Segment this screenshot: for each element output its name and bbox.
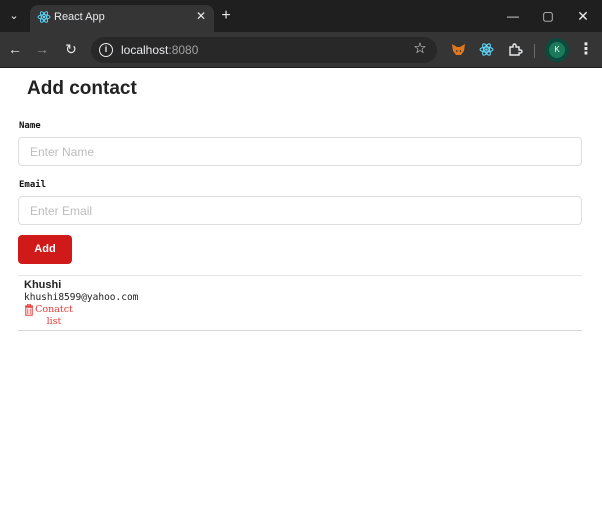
browser-tab-strip: ⌄ React App ✕ + — ▢ ✕ [0, 0, 602, 32]
puzzle-icon[interactable] [508, 42, 523, 57]
url-host: localhost [121, 43, 169, 57]
maximize-window-icon[interactable]: ▢ [538, 8, 558, 24]
tab-title: React App [54, 11, 105, 23]
trash-icon[interactable] [24, 304, 34, 316]
email-input[interactable] [18, 196, 582, 225]
contact-name: Khushi [24, 279, 62, 291]
new-tab-icon[interactable]: + [218, 8, 234, 24]
minimize-window-icon[interactable]: — [503, 8, 523, 24]
profile-avatar[interactable]: K [545, 38, 569, 62]
site-info-icon[interactable]: i [99, 43, 113, 57]
react-logo-icon [37, 11, 51, 23]
name-input[interactable] [18, 137, 582, 166]
close-tab-icon[interactable]: ✕ [194, 9, 208, 23]
add-button[interactable]: Add [18, 235, 72, 264]
browser-toolbar: ← → ↻ i localhost:8080 ☆ K ⋮ [0, 32, 602, 68]
metamask-fox-icon[interactable] [451, 42, 466, 57]
browser-tab[interactable]: React App ✕ [30, 5, 214, 32]
tab-search-chevron-icon[interactable]: ⌄ [6, 8, 22, 24]
email-label: Email [19, 180, 47, 190]
profile-initial: K [549, 42, 565, 58]
contact-action-label[interactable]: Conatct list [34, 304, 74, 328]
name-label: Name [19, 121, 41, 131]
address-bar[interactable]: i localhost:8080 ☆ [91, 37, 437, 63]
page-title: Add contact [27, 78, 137, 99]
url-text[interactable]: localhost:8080 [121, 42, 198, 58]
back-arrow-icon[interactable]: ← [7, 41, 23, 57]
contact-list-item: Khushi khushi8599@yahoo.com Conatct list [18, 275, 582, 331]
forward-arrow-icon[interactable]: → [34, 41, 50, 57]
bookmark-star-icon[interactable]: ☆ [412, 41, 428, 57]
reload-icon[interactable]: ↻ [63, 41, 79, 57]
more-menu-icon[interactable]: ⋮ [578, 41, 594, 59]
contact-email: khushi8599@yahoo.com [24, 292, 139, 303]
toolbar-divider [534, 44, 535, 58]
url-port: :8080 [168, 43, 199, 57]
react-devtools-icon[interactable] [479, 42, 494, 57]
close-window-icon[interactable]: ✕ [573, 8, 593, 24]
